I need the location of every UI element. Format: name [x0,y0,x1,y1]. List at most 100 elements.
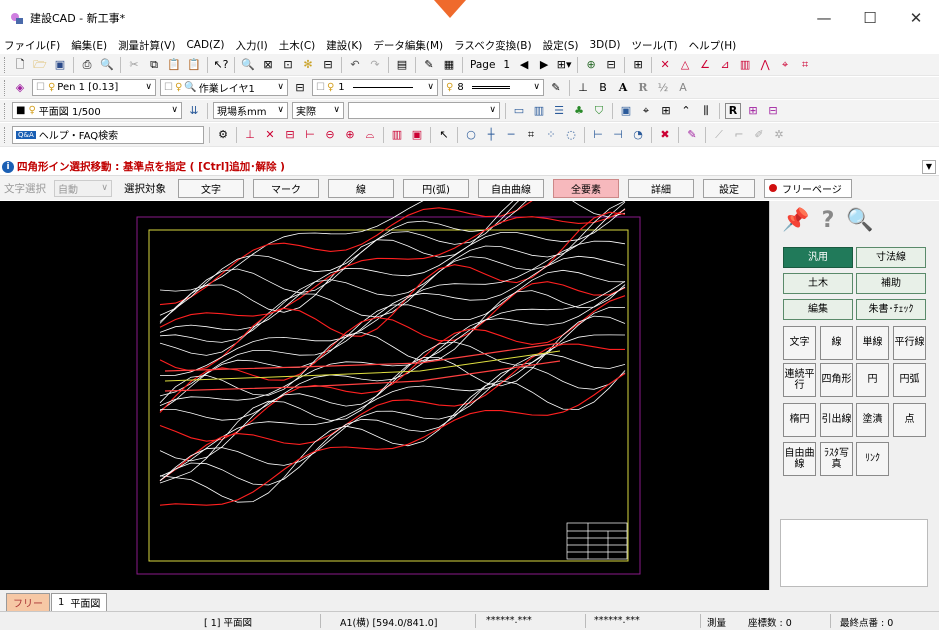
layer-manage-icon[interactable]: ⊟ [292,80,308,96]
snap-line-icon[interactable]: ─ [503,127,519,143]
text-style-icon[interactable]: ⊥ [575,80,591,96]
snap-center-icon[interactable]: ⊖ [322,127,338,143]
snap-midpoint-icon[interactable]: ⊟ [282,127,298,143]
outline-text-icon[interactable]: A [675,80,691,96]
unit-select[interactable]: 現場系mm ∨ [213,102,288,119]
redo-icon[interactable]: ↷ [367,57,383,73]
help-search-field[interactable]: Q&A ヘルプ・FAQ検索 [12,125,204,144]
pick-style-icon[interactable]: ✎ [548,80,564,96]
undo-icon[interactable]: ↶ [347,57,363,73]
tool-rectangle-button[interactable]: 四角形 [820,363,853,397]
add-drawing-icon[interactable]: ⇊ [186,103,202,119]
curve-icon[interactable]: ⋀ [757,57,773,73]
category-civil[interactable]: 土木 [783,273,853,294]
property-icon[interactable]: ▤ [394,57,410,73]
grid-icon[interactable]: ⊞ [658,103,674,119]
menu-tools[interactable]: ツール(T) [632,38,678,53]
pin-icon[interactable]: ⌖ [638,103,654,119]
detail-button[interactable]: 詳細 [628,178,694,198]
tool-arc-button[interactable]: 円弧 [893,363,926,397]
select-text-button[interactable]: 文字 [178,178,244,198]
tool-point-button[interactable]: 点 [893,403,926,437]
select-circle-button[interactable]: 円(弧) [403,178,469,198]
tab-plan[interactable]: 1 平面図 [51,593,108,611]
snap-cross-icon[interactable]: ┼ [483,127,499,143]
tool-fill-button[interactable]: 塗潰 [856,403,889,437]
scale-mode-select[interactable]: 実際 ∨ [292,102,344,119]
menu-3d[interactable]: 3D(D) [589,39,620,51]
snap-settings-icon[interactable]: ⚙ [215,127,231,143]
image-icon[interactable]: ▣ [618,103,634,119]
draw-line-icon[interactable]: ⟋ [711,127,727,143]
bar-chart-icon[interactable]: ⫼ [698,103,714,119]
snap-rotate-icon[interactable]: ◔ [630,127,646,143]
print-preview-icon[interactable]: 🔍 [99,57,115,73]
print-icon[interactable]: ⎙ [79,57,95,73]
category-auxiliary[interactable]: 補助 [856,273,926,294]
draw-pen-icon[interactable]: ✐ [751,127,767,143]
snap-intersect-icon[interactable]: ✕ [262,127,278,143]
extra-select[interactable]: ∨ [348,102,500,119]
grid-survey-icon[interactable]: ⌗ [797,57,813,73]
panel-scrollbar[interactable] [931,249,939,587]
draw-node-icon[interactable]: ✲ [771,127,787,143]
zoom-all-icon[interactable]: ⊠ [260,57,276,73]
snap-point-icon[interactable]: ▣ [409,127,425,143]
sheet-icon[interactable]: ▦ [441,57,457,73]
pen-select[interactable]: ☐ ♀ Pen 1 [0.13] ∨ [32,79,156,96]
snap-grid-icon[interactable]: ⌗ [523,127,539,143]
drawing-select[interactable]: ■ ♀ 平面図 1/500 ∨ [12,102,182,119]
snap-circle-icon[interactable]: ○ [463,127,479,143]
layer-color-icon[interactable]: ◈ [12,80,28,96]
serif-text-icon[interactable]: R [635,80,651,96]
menu-edit[interactable]: 編集(E) [71,38,107,53]
tool-text-button[interactable]: 文字 [783,326,816,360]
drawing-canvas[interactable] [0,201,769,590]
prev-page-icon[interactable]: ◀ [516,57,532,73]
page-grid-icon[interactable]: ⊞▾ [556,57,572,73]
peak-icon[interactable]: ⌃ [678,103,694,119]
snap-arc-icon[interactable]: ◌ [563,127,579,143]
category-general[interactable]: 汎用 [783,247,853,268]
tool-ellipse-button[interactable]: 楕円 [783,403,816,437]
snap-tangent-icon[interactable]: ⊕ [342,127,358,143]
menu-cad[interactable]: CAD(Z) [186,39,224,51]
settings-button[interactable]: 設定 [703,178,755,198]
tree-icon[interactable]: ♣ [571,103,587,119]
bold-text-icon[interactable]: A [615,80,631,96]
distance-icon[interactable]: △ [677,57,693,73]
zoom-icon[interactable]: 🔍 [240,57,256,73]
tool-leader-button[interactable]: 引出線 [820,403,853,437]
layer-select-icon[interactable]: ⊕ [583,57,599,73]
snap-text-icon[interactable]: ▥ [389,127,405,143]
layer-select[interactable]: ☐ ♀ 🔍 作業レイヤ1 ∨ [160,79,288,96]
menu-help[interactable]: ヘルプ(H) [689,38,737,53]
menu-raster-vector[interactable]: ラスベク変換(B) [454,38,531,53]
free-page-button[interactable]: フリーページ [764,178,852,198]
snap-offset-icon[interactable]: ⊣ [610,127,626,143]
tool-freecurve-button[interactable]: 自由曲線 [783,442,816,476]
open-folder-icon[interactable]: 🗁 [32,57,48,73]
tool-link-button[interactable]: ﾘﾝｸ [856,442,889,476]
snap-endpoint-icon[interactable]: ⊥ [242,127,258,143]
fraction-text-icon[interactable]: ½ [655,80,671,96]
tool-circle-button[interactable]: 円 [856,363,889,397]
text-select-dropdown[interactable]: 自動 ∨ [54,179,112,197]
zoom-prev-icon[interactable]: ⊟ [320,57,336,73]
measure-icon[interactable]: ✕ [657,57,673,73]
maximize-button[interactable]: ☐ [847,0,893,36]
layout-icon[interactable]: ✎ [421,57,437,73]
menu-input[interactable]: 入力(I) [235,38,267,53]
angle-icon[interactable]: ∠ [697,57,713,73]
text-size-icon[interactable]: B [595,80,611,96]
paste-icon[interactable]: 📋 [166,57,182,73]
help-icon[interactable]: ? [814,207,842,235]
layer-view-icon[interactable]: ⊟ [603,57,619,73]
window-icon[interactable]: ▭ [511,103,527,119]
menu-survey[interactable]: 測量計算(V) [118,38,175,53]
select-curve-button[interactable]: 自由曲線 [478,178,544,198]
minimize-button[interactable]: — [801,0,847,36]
area-icon[interactable]: ⊿ [717,57,733,73]
save-icon[interactable]: ▣ [52,57,68,73]
redraw-icon[interactable]: ✻ [300,57,316,73]
